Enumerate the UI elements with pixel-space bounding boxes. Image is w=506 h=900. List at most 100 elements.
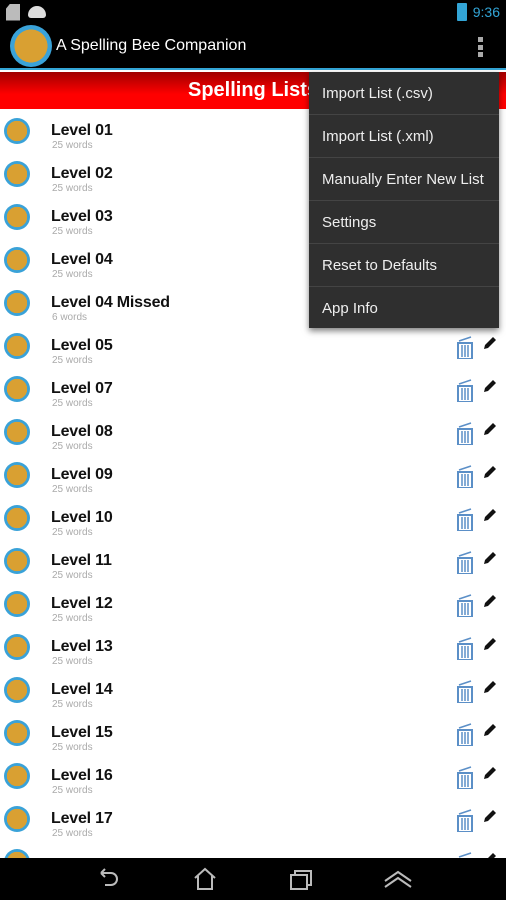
list-name: Level 02 xyxy=(51,165,113,182)
status-bar: 9:36 xyxy=(0,0,506,24)
pencil-icon[interactable] xyxy=(482,421,498,437)
honeycomb-icon xyxy=(4,462,30,488)
trash-icon[interactable] xyxy=(456,679,474,703)
pencil-icon[interactable] xyxy=(482,722,498,738)
word-count: 25 words xyxy=(52,269,93,280)
honeycomb-icon xyxy=(4,118,30,144)
trash-icon[interactable] xyxy=(456,550,474,574)
honeycomb-icon xyxy=(4,548,30,574)
app-title: A Spelling Bee Companion xyxy=(56,37,247,54)
honeycomb-icon xyxy=(4,290,30,316)
list-name: Level 04 Missed xyxy=(51,294,170,311)
pencil-icon[interactable] xyxy=(482,335,498,351)
honeycomb-icon xyxy=(4,376,30,402)
pencil-icon[interactable] xyxy=(482,550,498,566)
word-count: 25 words xyxy=(52,226,93,237)
trash-icon[interactable] xyxy=(456,464,474,488)
list-item[interactable]: Level 13 25 words xyxy=(0,626,506,669)
action-bar: A Spelling Bee Companion xyxy=(0,24,506,70)
word-count: 25 words xyxy=(52,183,93,194)
pencil-icon[interactable] xyxy=(482,464,498,480)
list-item[interactable]: Level 15 25 words xyxy=(0,712,506,755)
more-vert-icon[interactable] xyxy=(478,37,484,57)
list-item[interactable]: Level 11 25 words xyxy=(0,540,506,583)
honeycomb-icon xyxy=(4,505,30,531)
list-name: Level 17 xyxy=(51,810,113,827)
menu-item[interactable]: Settings xyxy=(309,201,499,244)
honeycomb-icon xyxy=(4,161,30,187)
word-count: 25 words xyxy=(52,656,93,667)
list-item[interactable]: Level 14 25 words xyxy=(0,669,506,712)
honeycomb-icon xyxy=(4,806,30,832)
list-name: Level 01 xyxy=(51,122,113,139)
sd-card-icon xyxy=(6,3,20,21)
pencil-icon[interactable] xyxy=(482,507,498,523)
list-item[interactable]: Level 16 25 words xyxy=(0,755,506,798)
recent-apps-icon[interactable] xyxy=(286,867,316,891)
word-count: 25 words xyxy=(52,699,93,710)
word-count: 25 words xyxy=(52,785,93,796)
list-name: Level 09 xyxy=(51,466,113,483)
trash-icon[interactable] xyxy=(456,808,474,832)
pencil-icon[interactable] xyxy=(482,378,498,394)
list-item[interactable]: Level 10 25 words xyxy=(0,497,506,540)
trash-icon[interactable] xyxy=(456,765,474,789)
trash-icon[interactable] xyxy=(456,421,474,445)
pencil-icon[interactable] xyxy=(482,851,498,858)
honeycomb-icon xyxy=(4,204,30,230)
menu-item[interactable]: Manually Enter New List xyxy=(309,158,499,201)
list-name: Level 12 xyxy=(51,595,113,612)
battery-icon xyxy=(456,3,467,21)
pencil-icon[interactable] xyxy=(482,593,498,609)
menu-item[interactable]: Import List (.xml) xyxy=(309,115,499,158)
app-logo-icon[interactable] xyxy=(10,25,52,67)
list-item[interactable]: Level 17 25 words xyxy=(0,798,506,841)
list-name: Level 08 xyxy=(51,423,113,440)
honeycomb-icon xyxy=(4,634,30,660)
menu-item[interactable]: App Info xyxy=(309,287,499,330)
list-name: Level 16 xyxy=(51,767,113,784)
word-count: 25 words xyxy=(52,398,93,409)
list-name: Level 10 xyxy=(51,509,113,526)
honeycomb-icon xyxy=(4,677,30,703)
word-count: 25 words xyxy=(52,828,93,839)
list-name: Level 03 xyxy=(51,208,113,225)
trash-icon[interactable] xyxy=(456,636,474,660)
menu-up-icon[interactable] xyxy=(383,867,413,891)
menu-item[interactable]: Import List (.csv) xyxy=(309,72,499,115)
pencil-icon[interactable] xyxy=(482,679,498,695)
android-icon xyxy=(28,6,46,18)
list-item[interactable]: Level 07 25 words xyxy=(0,368,506,411)
back-icon[interactable] xyxy=(93,867,123,891)
honeycomb-icon xyxy=(4,849,30,858)
trash-icon[interactable] xyxy=(456,378,474,402)
honeycomb-icon xyxy=(4,720,30,746)
word-count: 6 words xyxy=(52,312,88,323)
trash-icon[interactable] xyxy=(456,851,474,858)
list-name: Level 14 xyxy=(51,681,113,698)
honeycomb-icon xyxy=(4,591,30,617)
trash-icon[interactable] xyxy=(456,593,474,617)
pencil-icon[interactable] xyxy=(482,808,498,824)
word-count: 25 words xyxy=(52,742,93,753)
pencil-icon[interactable] xyxy=(482,765,498,781)
menu-item[interactable]: Reset to Defaults xyxy=(309,244,499,287)
home-icon[interactable] xyxy=(190,867,220,891)
list-name: Level 04 xyxy=(51,251,113,268)
list-item[interactable]: Level 05 25 words xyxy=(0,325,506,368)
list-item[interactable] xyxy=(0,841,506,858)
list-name: Level 15 xyxy=(51,724,113,741)
trash-icon[interactable] xyxy=(456,335,474,359)
word-count: 25 words xyxy=(52,441,93,452)
list-item[interactable]: Level 12 25 words xyxy=(0,583,506,626)
word-count: 25 words xyxy=(52,140,93,151)
nav-bar xyxy=(0,858,506,900)
pencil-icon[interactable] xyxy=(482,636,498,652)
word-count: 25 words xyxy=(52,484,93,495)
trash-icon[interactable] xyxy=(456,507,474,531)
trash-icon[interactable] xyxy=(456,722,474,746)
word-count: 25 words xyxy=(52,355,93,366)
list-item[interactable]: Level 09 25 words xyxy=(0,454,506,497)
list-item[interactable]: Level 08 25 words xyxy=(0,411,506,454)
overflow-menu: Import List (.csv) Import List (.xml) Manu… xyxy=(309,72,499,328)
